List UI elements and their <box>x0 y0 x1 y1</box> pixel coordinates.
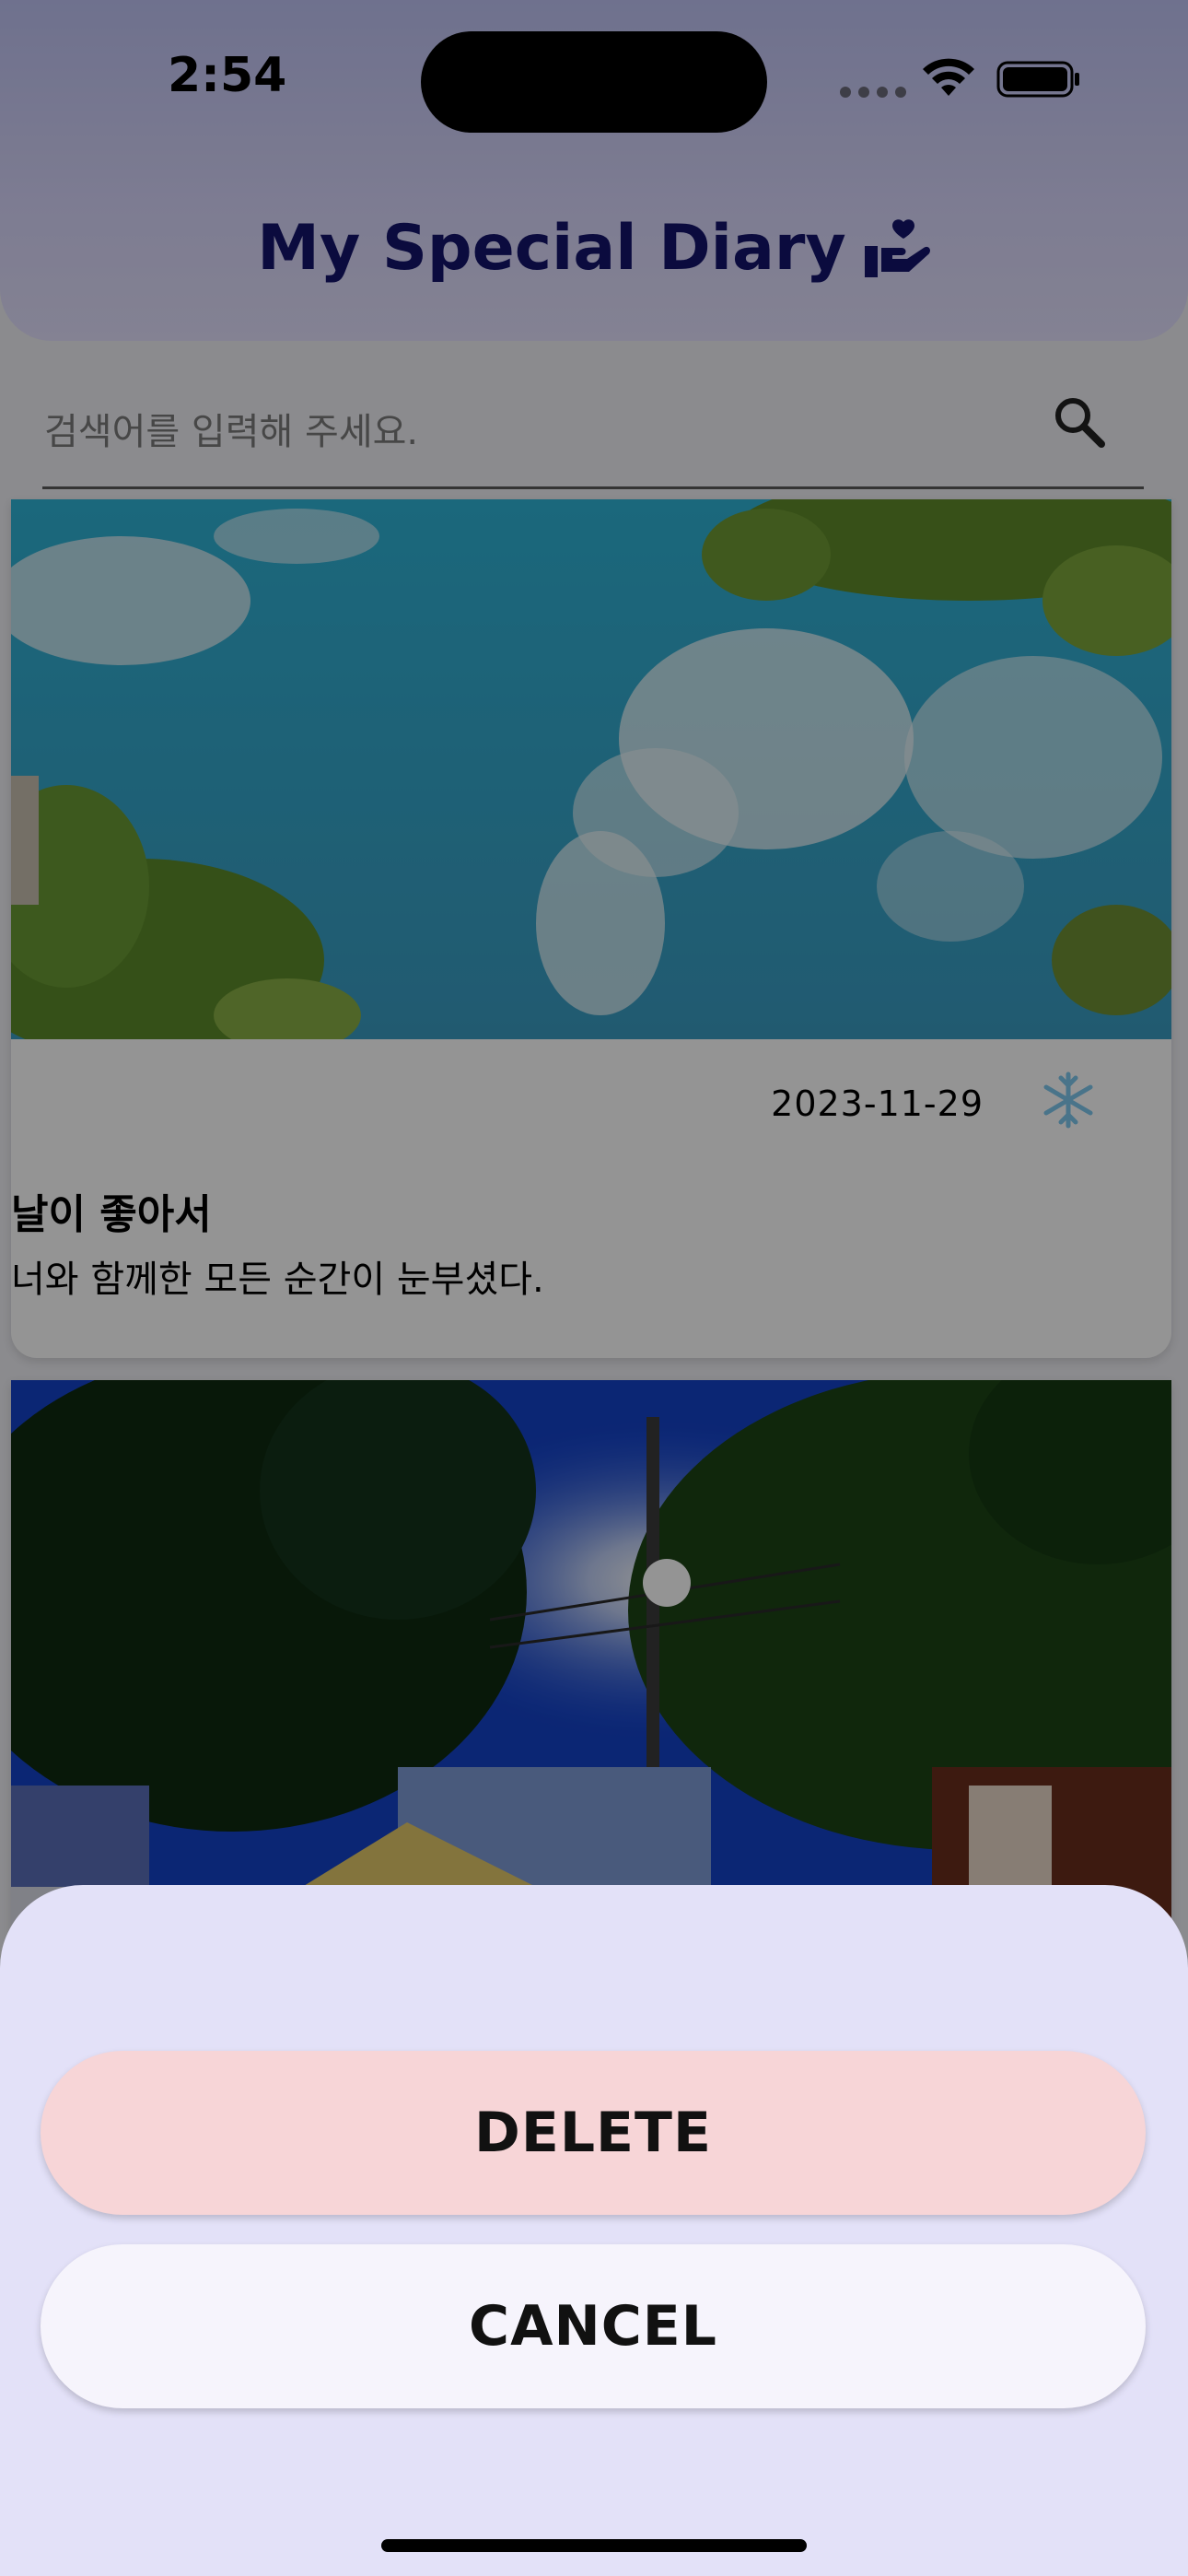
delete-action-sheet: DELETE CANCEL <box>0 1885 1188 2576</box>
cancel-button[interactable]: CANCEL <box>41 2244 1146 2408</box>
diary-list-screen: 2:54 My Special Diary 검색어를 입력해 주세요. 2023… <box>0 0 1188 2576</box>
delete-button[interactable]: DELETE <box>41 2051 1146 2215</box>
home-indicator[interactable] <box>381 2539 807 2552</box>
